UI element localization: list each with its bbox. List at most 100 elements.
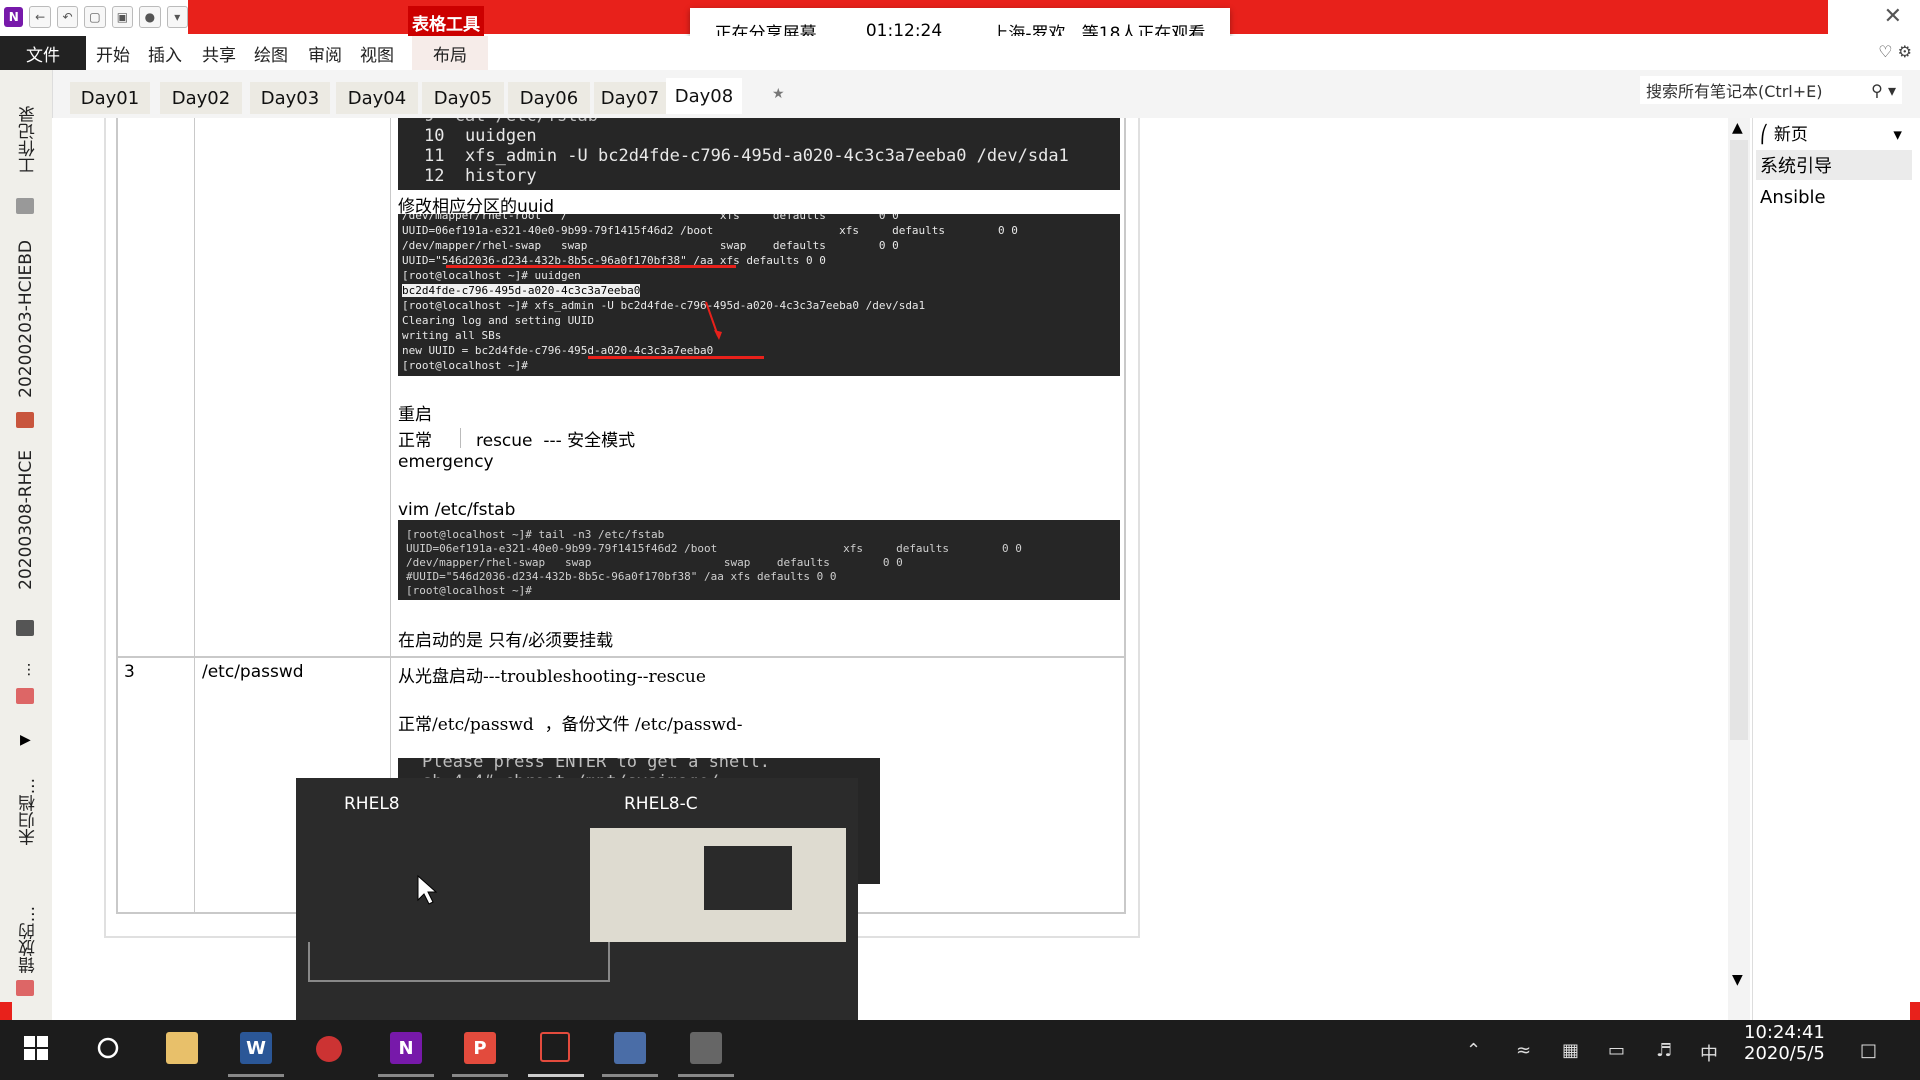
- tab-day04[interactable]: Day04: [336, 82, 418, 114]
- search-icon[interactable]: ⚲ ▾: [1871, 81, 1896, 100]
- app-icon[interactable]: [316, 1036, 342, 1062]
- notebook-icon: [16, 412, 34, 428]
- ribbon-collapse-icon[interactable]: ♡ ⚙: [1878, 42, 1912, 61]
- expand-arrow-icon[interactable]: ▶: [20, 732, 31, 748]
- scroll-down-icon[interactable]: ▼: [1732, 972, 1743, 988]
- terminal-line: 11 xfs_admin -U bc2d4fde-c796-495d-a020-…: [424, 146, 1069, 166]
- terminal-line: writing all SBs: [402, 329, 502, 342]
- back-icon[interactable]: ←: [29, 6, 51, 28]
- terminal-line: [root@localhost ~]# xfs_admin -U bc2d4fd…: [402, 299, 926, 312]
- terminal-app-icon[interactable]: [690, 1032, 722, 1064]
- terminal-line: Clearing log and setting UUID: [402, 314, 595, 327]
- scrollbar-thumb[interactable]: [1730, 140, 1748, 740]
- table-tools-label: 表格工具: [408, 6, 484, 38]
- onenote-icon[interactable]: N: [390, 1032, 422, 1064]
- undo-icon[interactable]: ↶: [56, 6, 79, 28]
- table-col-divider-1: [194, 118, 195, 914]
- row-passwd-backup: 正常/etc/passwd ，备份文件 /etc/passwd-: [398, 715, 743, 735]
- system-clock[interactable]: 10:24:41 2020/5/5: [1744, 1022, 1825, 1064]
- notebook-unfiled[interactable]: 未归档...: [16, 778, 41, 845]
- terminal-line: Please press ENTER to get a shell.: [422, 758, 770, 772]
- word-icon[interactable]: W: [240, 1032, 272, 1064]
- tab-day08[interactable]: Day08: [666, 78, 742, 114]
- red-underline-annotation: [446, 265, 736, 268]
- more-icon[interactable]: ⋮: [22, 662, 36, 678]
- terminal-line: #UUID="546d2036-d234-432b-8b5c-96a0f170b…: [406, 570, 837, 583]
- notification-icon[interactable]: □: [1860, 1040, 1877, 1061]
- notebook-rhce[interactable]: 20200308-RHCE: [16, 450, 36, 590]
- row-boot-from-cd: 从光盘启动---troubleshooting--rescue: [398, 667, 706, 687]
- red-arrow-annotation: [705, 301, 722, 340]
- tab-day05[interactable]: Day05: [422, 82, 504, 114]
- fullpage-icon[interactable]: ▣: [111, 6, 134, 28]
- running-indicator: [452, 1074, 508, 1077]
- tab-day03[interactable]: Day03: [250, 82, 330, 114]
- vmware-icon[interactable]: [614, 1032, 646, 1064]
- running-indicator: [528, 1074, 584, 1077]
- terminal-line: UUID=06ef191a-e321-40e0-9b99-79f1415f46d…: [402, 224, 1018, 237]
- ime-indicator[interactable]: 中: [1700, 1040, 1718, 1066]
- notebook-misplaced[interactable]: 错放的...: [16, 906, 41, 973]
- label-vim-fstab: vim /etc/fstab: [398, 500, 516, 520]
- scroll-up-icon[interactable]: ▲: [1732, 120, 1743, 136]
- tab-insert[interactable]: 插入: [148, 36, 182, 70]
- file-explorer-icon[interactable]: [166, 1032, 198, 1064]
- customize-qat-icon[interactable]: ▾: [166, 6, 188, 28]
- close-icon[interactable]: ✕: [1884, 4, 1902, 29]
- preview-title-rhel8[interactable]: RHEL8: [344, 794, 400, 814]
- touch-mode-icon[interactable]: ●: [139, 6, 161, 28]
- terminal-line: UUID=06ef191a-e321-40e0-9b99-79f1415f46d…: [406, 542, 1022, 555]
- ribbon-tabs-row: [0, 36, 1920, 71]
- red-underline-annotation: [588, 356, 764, 359]
- file-tab[interactable]: 文件: [0, 36, 86, 70]
- misplaced-icon: [16, 688, 34, 704]
- terminal-line: [root@localhost ~]#: [406, 584, 539, 597]
- terminal-line: 10 uuidgen: [424, 126, 537, 146]
- tray-expand-icon[interactable]: ⌃: [1466, 1040, 1481, 1061]
- tab-view[interactable]: 视图: [360, 36, 394, 70]
- running-indicator: [602, 1074, 658, 1077]
- tab-draw[interactable]: 绘图: [254, 36, 288, 70]
- page-item-system-boot[interactable]: 系统引导: [1756, 150, 1912, 180]
- dock-icon[interactable]: ▢: [84, 6, 106, 28]
- wifi-icon[interactable]: ≈: [1516, 1040, 1531, 1061]
- terminal-line: [root@localhost ~]# uuidgen: [402, 269, 581, 282]
- terminal-screenshot-history: 9 cat /etc/fstab 10 uuidgen 11 xfs_admin…: [398, 118, 1120, 190]
- tab-day02[interactable]: Day02: [160, 82, 242, 114]
- running-indicator: [378, 1074, 434, 1077]
- pdf-icon[interactable]: P: [464, 1032, 496, 1064]
- terminal-screenshot-fstab: [root@localhost ~]# tail -n3 /etc/fstab …: [398, 520, 1120, 600]
- share-border-left: [0, 1002, 12, 1020]
- table-row-divider: [116, 656, 1126, 658]
- tab-day01[interactable]: Day01: [70, 82, 150, 114]
- notebook-hciebd[interactable]: 20200203-HCIEBD: [16, 240, 36, 398]
- search-cortana-icon[interactable]: [92, 1032, 124, 1064]
- terminal-line: 9 cat /etc/fstab: [424, 118, 1120, 126]
- label-rescue: rescue --- 安全模式: [476, 431, 636, 451]
- tab-home[interactable]: 开始: [96, 36, 130, 70]
- preview-title-rhel8-c[interactable]: RHEL8-C: [624, 794, 698, 814]
- search-input[interactable]: 搜索所有笔记本(Ctrl+E) ⚲ ▾: [1640, 76, 1902, 104]
- volume-icon[interactable]: ♬: [1656, 1040, 1672, 1061]
- terminal-line: 12 history: [424, 166, 537, 186]
- row-file-name: /etc/passwd: [202, 662, 304, 682]
- notebook-work-log[interactable]: 工作记录: [16, 106, 41, 174]
- notebook-icon: [16, 198, 34, 214]
- battery-icon[interactable]: ▭: [1608, 1040, 1625, 1061]
- tab-day07[interactable]: Day07: [594, 82, 666, 114]
- chevron-down-icon[interactable]: ▾: [1893, 125, 1902, 145]
- windows-start-icon[interactable]: [20, 1032, 52, 1064]
- quick-access-toolbar: N ← ↶ ▢ ▣ ● ▾: [0, 0, 188, 34]
- terminal-line: /dev/mapper/rhel-root / xfs defaults 0 0: [402, 214, 899, 222]
- add-section-icon[interactable]: ★: [772, 86, 785, 102]
- tab-day06[interactable]: Day06: [508, 82, 590, 114]
- label-normal: 正常: [398, 431, 432, 451]
- tab-review[interactable]: 审阅: [308, 36, 342, 70]
- network-icon[interactable]: ▦: [1562, 1040, 1579, 1061]
- preview-thumbnail-rhel8[interactable]: [308, 942, 610, 982]
- tab-share[interactable]: 共享: [202, 36, 236, 70]
- page-item-ansible[interactable]: Ansible: [1756, 182, 1912, 212]
- remote-app-icon[interactable]: [540, 1032, 570, 1062]
- notebook-sidebar: 工作记录 20200203-HCIEBD 20200308-RHCE ⋮ ▶ 未…: [0, 70, 53, 1020]
- tab-layout[interactable]: 布局: [412, 36, 488, 70]
